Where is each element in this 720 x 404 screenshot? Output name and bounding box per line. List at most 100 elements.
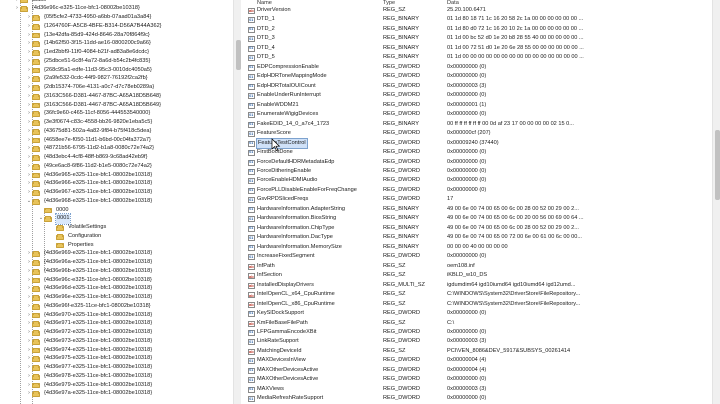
binary-value-icon	[248, 234, 255, 243]
binary-value-icon	[248, 139, 255, 148]
value-name: MatchingDeviceId	[257, 347, 302, 354]
value-name: MAXViews	[257, 385, 284, 392]
value-row[interactable]: EdpHDRTotalOUICount REG_DWORD 0x00000003 (…	[242, 82, 712, 92]
value-data: 49 00 6e 00 74 00 65 00 6c 00 28 00 52 0…	[447, 205, 579, 212]
value-data: oem108.inf	[447, 262, 475, 269]
value-row[interactable]: KmFileBaseFilePath REG_SZ C:\	[242, 319, 712, 328]
value-data: 49 00 6e 00 74 00 65 00 72 00 6e 00 61 0…	[447, 234, 582, 241]
binary-value-icon	[248, 167, 255, 177]
value-row[interactable]: DTD_2 REG_BINARY 01 1d 80 d0 72 1c 16 20 1…	[242, 25, 712, 35]
value-row[interactable]: InfPath REG_SZ oem108.inf	[242, 262, 712, 272]
value-name: HardwareInformation.DacType	[257, 234, 333, 241]
value-row[interactable]: HardwareInformation.DacType REG_BINARY 49 …	[242, 233, 712, 243]
value-data: iKBLD_w10_DS	[447, 272, 488, 279]
value-row[interactable]: InfSection REG_SZ iKBLD_w10_DS	[242, 271, 712, 281]
value-row[interactable]: IntelOpenCL_x64_CpuRuntime REG_SZ C:\WINDO…	[242, 290, 712, 300]
value-row[interactable]: DTD_3 REG_BINARY 01 1d 00 bc 52 d0 1e 20 b…	[242, 34, 712, 44]
value-data: 0x00000000 (0)	[447, 328, 487, 335]
value-row[interactable]: FakeEDID_14_0_a7c4_1723 REG_BINARY 00 ff f…	[242, 120, 712, 130]
folder-icon	[32, 23, 41, 30]
value-row[interactable]: LFPGammaEncodeXBit REG_DWORD 0x00000000 (0…	[242, 328, 712, 338]
value-type: REG_DWORD	[383, 82, 420, 89]
value-row[interactable]: HardwareInformation.ChipType REG_BINARY 49…	[242, 224, 712, 234]
value-row[interactable]: KeySlDockSupport REG_DWORD 0x00000000 (0)	[242, 309, 712, 319]
value-row[interactable]: DTD_4 REG_BINARY 01 1d 00 72 51 d0 1e 20 6…	[242, 44, 712, 54]
folder-icon	[56, 233, 65, 240]
value-row[interactable]: MediaRefreshRateSupport REG_DWORD 0x000000…	[242, 394, 712, 404]
folder-icon	[32, 295, 41, 301]
value-row[interactable]: HardwareInformation.BiosString REG_BINARY…	[242, 214, 712, 224]
value-row[interactable]: EnableWDDM21 REG_DWORD 0x00000001 (1)	[242, 101, 712, 111]
value-type: REG_DWORD	[383, 196, 420, 203]
value-name: HardwareInformation.MemorySize	[257, 243, 342, 250]
binary-value-icon	[248, 92, 255, 101]
folder-icon	[20, 0, 29, 4]
value-type: REG_DWORD	[383, 101, 420, 108]
registry-key-tree[interactable]: ›Class›{4d36e96c-e325-11ce-bfc1-08002be1…	[0, 0, 232, 404]
value-row[interactable]: HardwareInformation.AdapterString REG_BIN…	[242, 205, 712, 215]
value-data: 0x00009240 (37440)	[447, 139, 499, 146]
value-row[interactable]: DTD_5 REG_BINARY 01 1d 00 00 00 00 00 00 0…	[242, 53, 712, 63]
value-row[interactable]: EDPCompressionEnable REG_DWORD 0x00000000 …	[242, 63, 712, 73]
value-row[interactable]: InstalledDisplayDrivers REG_MULTI_SZ igdum…	[242, 281, 712, 291]
folder-icon	[32, 251, 41, 257]
binary-value-icon	[248, 385, 255, 395]
values-scrollbar-thumb[interactable]	[714, 130, 720, 200]
value-row[interactable]: LinkRateSupport REG_DWORD 0x00000003 (3)	[242, 337, 712, 347]
tree-node[interactable]: › {4d36e97a-e325-11ce-bfc1-08002be10318}	[26, 389, 152, 399]
value-row[interactable]: FeatureScore REG_DWORD 0x000000cf (207)	[242, 129, 712, 139]
value-type: REG_SZ	[383, 291, 406, 298]
value-row[interactable]: ForceDitheringEnable REG_DWORD 0x00000000 …	[242, 167, 712, 177]
value-data: 0x00000000 (0)	[447, 186, 487, 193]
value-type: REG_BINARY	[383, 215, 419, 222]
value-name: DTD_2	[257, 25, 275, 32]
tree-scrollbar[interactable]	[233, 0, 241, 404]
value-row[interactable]: IncreaseFixedSegment REG_DWORD 0x00000000 …	[242, 252, 712, 262]
value-row[interactable]: DriverVersion REG_SZ 25.20.100.6471	[242, 6, 712, 16]
value-row[interactable]: FirstBootDoneREG_DWORD0x00000000 (0)	[242, 148, 712, 158]
value-row[interactable]: DTD_1 REG_BINARY 01 1d 80 18 71 1c 16 20 5…	[242, 15, 712, 25]
value-data: 0x00000000 (0)	[447, 73, 487, 80]
folder-icon	[32, 146, 41, 152]
value-type: REG_DWORD	[383, 111, 420, 118]
binary-value-icon	[248, 120, 255, 130]
value-data: 25.20.100.6471	[447, 7, 486, 13]
value-row[interactable]: ForceEnableHDMIAudio REG_DWORD 0x00000000 …	[242, 176, 712, 186]
value-data: 0x00000004 (4)	[447, 366, 487, 373]
value-row[interactable]: IntelOpenCL_x86_CpuRuntime REG_SZ C:\WINDO…	[242, 300, 712, 309]
value-type: REG_SZ	[383, 262, 406, 269]
value-type: REG_DWORD	[383, 385, 420, 392]
value-row[interactable]: ForcePLLDisableEnableForFreqChange REG_DW…	[242, 186, 712, 196]
value-row[interactable]: EdpHDRToneMappingMode REG_DWORD 0x00000000…	[242, 72, 712, 82]
value-row[interactable]: MAXDevicesInView REG_DWORD 0x00000004 (4)	[242, 356, 712, 366]
folder-icon	[56, 242, 65, 249]
value-data: 01 1d 80 d0 72 1c 16 20 10 2c 1a 00 00 0…	[447, 25, 584, 32]
folder-icon	[32, 93, 41, 100]
value-row[interactable]: MatchingDeviceId REG_SZ PCI\VEN_8086&DEV_5…	[242, 347, 712, 357]
registry-values-list[interactable]: Name Type Data DriverVersionREG_SZ25.20.…	[242, 0, 712, 404]
value-row[interactable]: GsvRPDSlicedFreqs REG_DWORD 17	[242, 195, 712, 205]
folder-icon	[32, 321, 41, 327]
value-type: REG_BINARY	[383, 234, 419, 241]
value-row[interactable]: MAXOtherDevicesActive REG_DWORD 0x00000004…	[242, 366, 712, 376]
value-row[interactable]: MAXOtherDevicesActive REG_DWORD 0x00000000…	[242, 375, 712, 385]
value-row[interactable]: EnableUnderRunInterrupt REG_DWORD 0x000000…	[242, 91, 712, 101]
value-data: 0x00000003 (3)	[447, 338, 487, 345]
binary-value-icon	[248, 54, 255, 63]
folder-icon	[32, 58, 41, 65]
tree-scrollbar-thumb[interactable]	[235, 40, 241, 70]
value-type: REG_BINARY	[383, 54, 419, 61]
value-row[interactable]: EnumerateWigigDevices REG_DWORD 0x00000000…	[242, 110, 712, 120]
values-scrollbar[interactable]	[712, 0, 720, 404]
value-row-selected[interactable]: FeatureTestControlREG_DWORD0x00009240 (3…	[242, 137, 712, 150]
value-row[interactable]: HardwareInformation.MemorySize REG_BINARY…	[242, 243, 712, 253]
value-name: EnableUnderRunInterrupt	[257, 92, 321, 99]
value-type: REG_BINARY	[383, 224, 419, 231]
value-type: REG_BINARY	[383, 120, 419, 127]
value-row[interactable]: MAXViews REG_DWORD 0x00000003 (3)	[242, 385, 712, 395]
value-type: REG_DWORD	[383, 158, 420, 165]
binary-value-icon	[248, 35, 255, 44]
value-row[interactable]: ForceDefaultHDRMetadataEdp REG_DWORD 0x000…	[242, 158, 712, 167]
value-data: C:\WINDOWS\System32\DriverStore\FileRepo…	[447, 291, 581, 298]
value-data: 17	[447, 196, 454, 203]
